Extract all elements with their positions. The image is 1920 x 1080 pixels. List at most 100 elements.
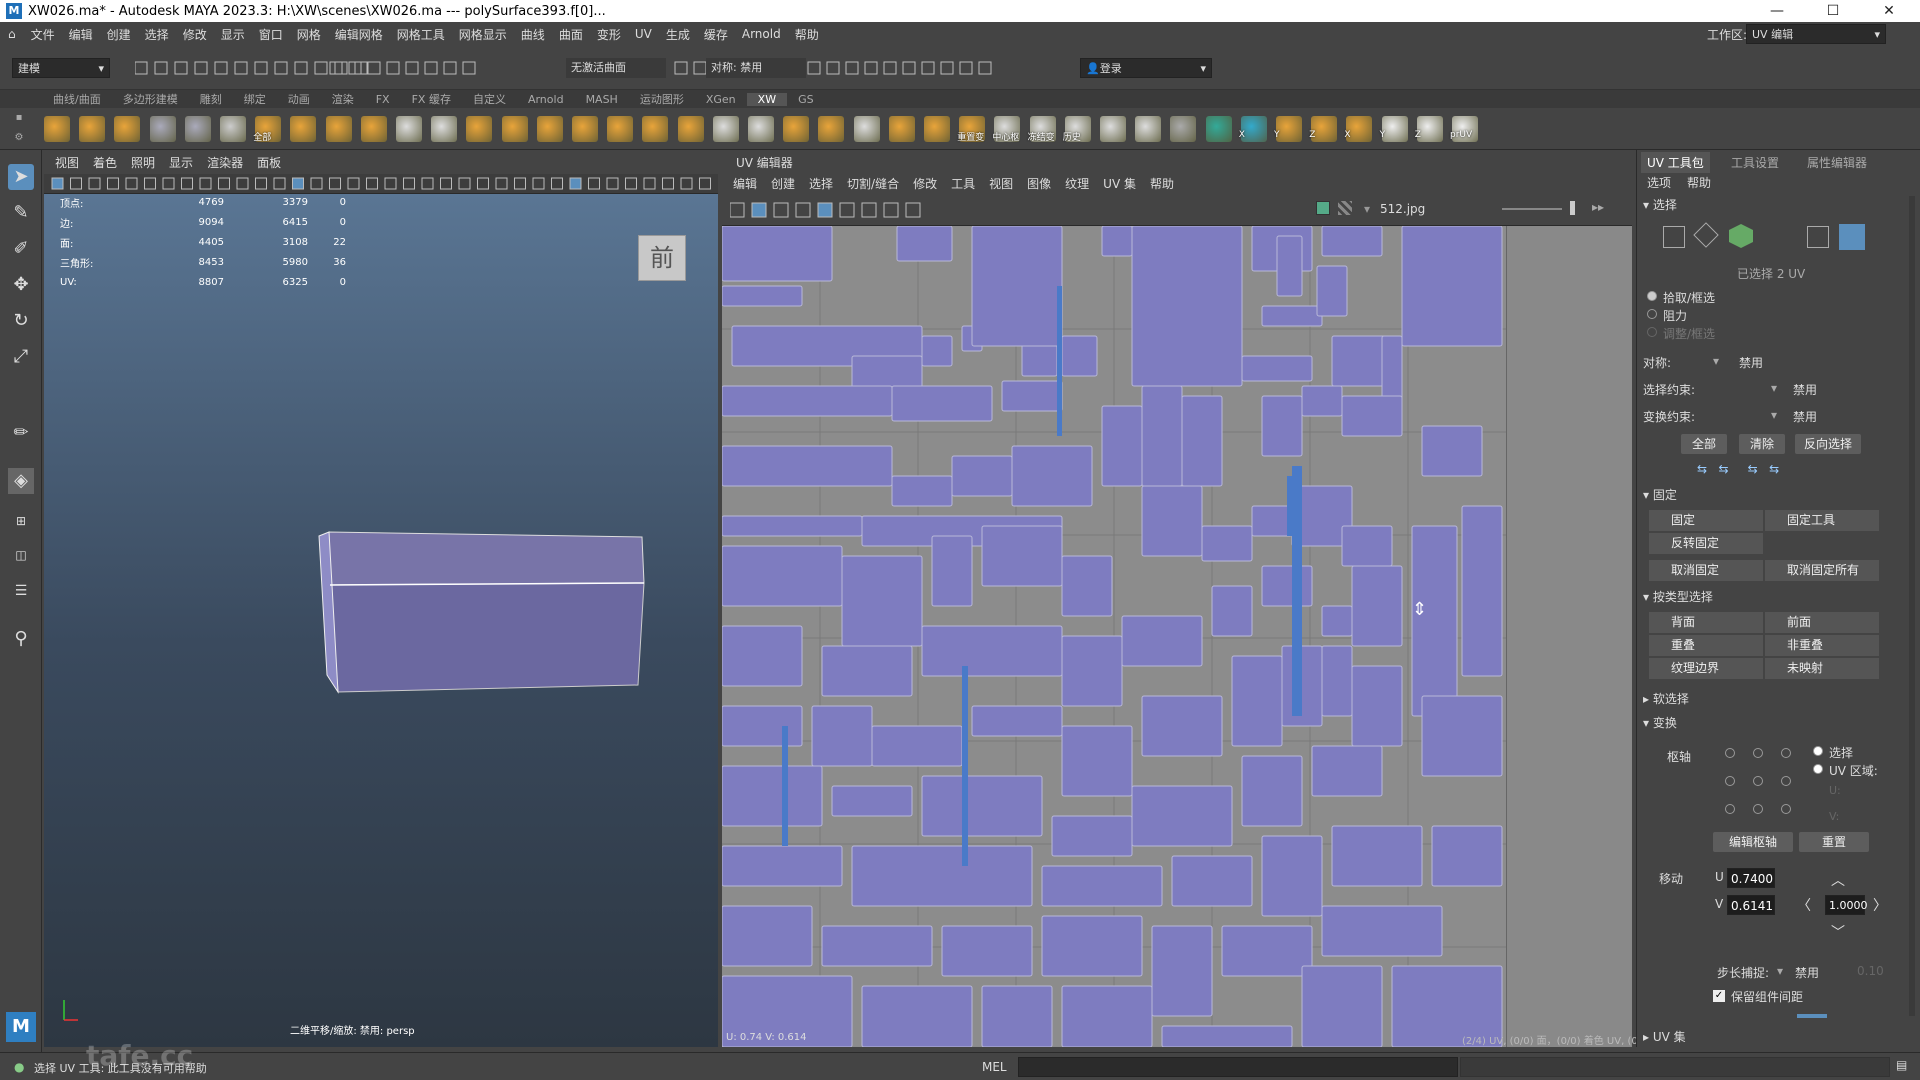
viewport-tool-icon[interactable]	[181, 177, 193, 190]
soft-select-section[interactable]: ▸ 软选择	[1643, 690, 1913, 708]
script-editor-icon[interactable]: ▤	[1896, 1058, 1907, 1072]
scale-tool-icon[interactable]: ⤢	[8, 344, 34, 370]
shelf-tab[interactable]: Arnold	[517, 93, 575, 106]
image-icon[interactable]	[1316, 201, 1330, 215]
viewport-tool-icon[interactable]	[366, 177, 378, 190]
pivot-position-radio[interactable]	[1753, 748, 1763, 758]
uv-shell[interactable]	[921, 775, 1043, 837]
uv-tool-icon[interactable]	[883, 202, 899, 218]
uv-shell[interactable]	[896, 226, 953, 262]
uv-shell[interactable]	[1041, 865, 1163, 907]
uv-shell[interactable]	[722, 545, 843, 607]
invert-selection-button[interactable]: 反向选择	[1795, 434, 1861, 454]
uv-menu-item[interactable]: 切割/缝合	[840, 175, 906, 192]
shelf-tool-icon[interactable]	[748, 116, 774, 142]
move-tool-icon[interactable]: ✥	[8, 272, 34, 298]
uv-shell[interactable]	[1321, 645, 1353, 717]
shelf-tab[interactable]: 雕刻	[189, 91, 233, 107]
uv-tool-icon[interactable]	[795, 202, 811, 218]
pin-section[interactable]: ▾ 固定	[1643, 486, 1913, 504]
checker-icon[interactable]	[1338, 201, 1352, 215]
shelf-tab[interactable]: FX 缓存	[401, 91, 462, 107]
u-move-input[interactable]: 0.7400	[1727, 868, 1775, 888]
uv-shell[interactable]	[891, 475, 953, 507]
menu-item[interactable]: 文件	[24, 26, 62, 43]
uv-shell[interactable]	[1431, 825, 1503, 887]
uv-shell[interactable]	[941, 925, 1033, 977]
shelf-tab[interactable]: 曲线/曲面	[42, 91, 112, 107]
viewport-tool-icon[interactable]	[440, 177, 452, 190]
shelf-tool-icon[interactable]	[360, 116, 387, 142]
transform-section[interactable]: ▾ 变换	[1643, 714, 1913, 732]
vp-menu-item[interactable]: 照明	[124, 154, 162, 171]
uv-shell[interactable]	[722, 845, 843, 887]
uv-menu-item[interactable]: 工具	[944, 175, 982, 192]
menu-item[interactable]: 网格工具	[390, 26, 452, 43]
tab-uv-toolkit[interactable]: UV 工具包	[1641, 152, 1710, 173]
shelf-tool-icon[interactable]	[1170, 116, 1197, 142]
viewport-tool-icon[interactable]	[329, 177, 341, 190]
uv-tool-icon[interactable]	[861, 202, 877, 218]
status-tool-icon[interactable]	[902, 61, 916, 75]
uv-shell[interactable]	[831, 785, 913, 817]
frontfacing-button[interactable]: 前面	[1765, 612, 1879, 633]
shelf-tool-icon[interactable]	[818, 116, 845, 142]
uv-shell[interactable]	[722, 285, 803, 307]
shelf-tab[interactable]: 自定义	[462, 91, 517, 107]
viewport-tool-icon[interactable]	[310, 177, 323, 190]
layout-split-icon[interactable]: ◫	[8, 542, 34, 568]
viewport-tool-icon[interactable]	[421, 177, 434, 190]
viewport-tool-icon[interactable]	[70, 177, 82, 190]
mode-dropdown[interactable]: 建模 ▾	[12, 58, 110, 78]
shelf-tool-icon[interactable]	[501, 116, 528, 142]
unpin-all-button[interactable]: 取消固定所有	[1765, 560, 1879, 581]
viewport-tool-icon[interactable]	[662, 177, 674, 190]
shelf-tool-icon[interactable]	[677, 116, 704, 142]
shelf-tool-icon[interactable]: Y	[1380, 116, 1408, 142]
select-all-button[interactable]: 全部	[1681, 434, 1727, 454]
texture-name[interactable]: 512.jpg	[1380, 202, 1425, 216]
arrows-icon[interactable]: ▸▸	[1592, 200, 1604, 214]
menu-item[interactable]: 变形	[590, 26, 628, 43]
uv-shell[interactable]	[931, 535, 973, 607]
symmetry-field[interactable]: 对称: 禁用	[706, 58, 806, 78]
shelf-tool-icon[interactable]	[466, 116, 493, 142]
shelf-tool-icon[interactable]: 全部	[253, 116, 282, 143]
shelf-tab[interactable]: FX	[365, 93, 401, 106]
workspace-dropdown[interactable]: UV 编辑 ▾	[1746, 24, 1886, 44]
viewport-tool-icon[interactable]	[403, 177, 415, 190]
select-section[interactable]: ▾ 选择	[1643, 196, 1913, 214]
uv-shell[interactable]	[722, 385, 893, 417]
viewport-tool-icon[interactable]	[625, 177, 637, 190]
uv-shell[interactable]	[1141, 695, 1223, 757]
shelf-tool-icon[interactable]	[712, 116, 739, 142]
pin-button[interactable]: 固定	[1649, 510, 1763, 531]
uv-menu-item[interactable]: 视图	[982, 175, 1020, 192]
viewport-tool-icon[interactable]	[569, 177, 582, 190]
shelf-tool-icon[interactable]	[642, 116, 669, 142]
shelf-tab[interactable]: 动画	[277, 91, 321, 107]
viewport-tool-icon[interactable]	[199, 177, 212, 190]
backfacing-button[interactable]: 背面	[1649, 612, 1763, 633]
uv-shell[interactable]	[971, 705, 1063, 737]
select-tool-icon[interactable]: ➤	[8, 164, 34, 190]
menu-item[interactable]: UV	[628, 27, 659, 41]
uv-shell[interactable]	[1321, 226, 1383, 257]
uv-shell[interactable]	[1461, 505, 1503, 677]
chevron-down-icon[interactable]: ▾	[1713, 354, 1719, 368]
uv-canvas[interactable]: ⇕	[722, 226, 1632, 1047]
viewport-tool-icon[interactable]	[588, 177, 600, 190]
viewport-tool-icon[interactable]	[125, 177, 138, 190]
slider-handle[interactable]	[1570, 201, 1575, 215]
menu-item[interactable]: Arnold	[735, 27, 788, 41]
overlapping-button[interactable]: 重叠	[1649, 635, 1763, 656]
uv-shell-selected[interactable]	[1287, 476, 1295, 536]
status-tool-icon[interactable]	[214, 61, 228, 75]
snap-icon[interactable]: ◈	[8, 468, 34, 494]
chevron-down-icon[interactable]: ▾	[1771, 408, 1777, 422]
paint-select-icon[interactable]: ✐	[8, 236, 34, 262]
status-tool-icon[interactable]	[174, 61, 188, 75]
shelf-tool-icon[interactable]: 重置变	[957, 116, 986, 143]
select-shell-icon[interactable]	[1729, 224, 1753, 248]
texture-borders-button[interactable]: 纹理边界	[1649, 658, 1763, 679]
